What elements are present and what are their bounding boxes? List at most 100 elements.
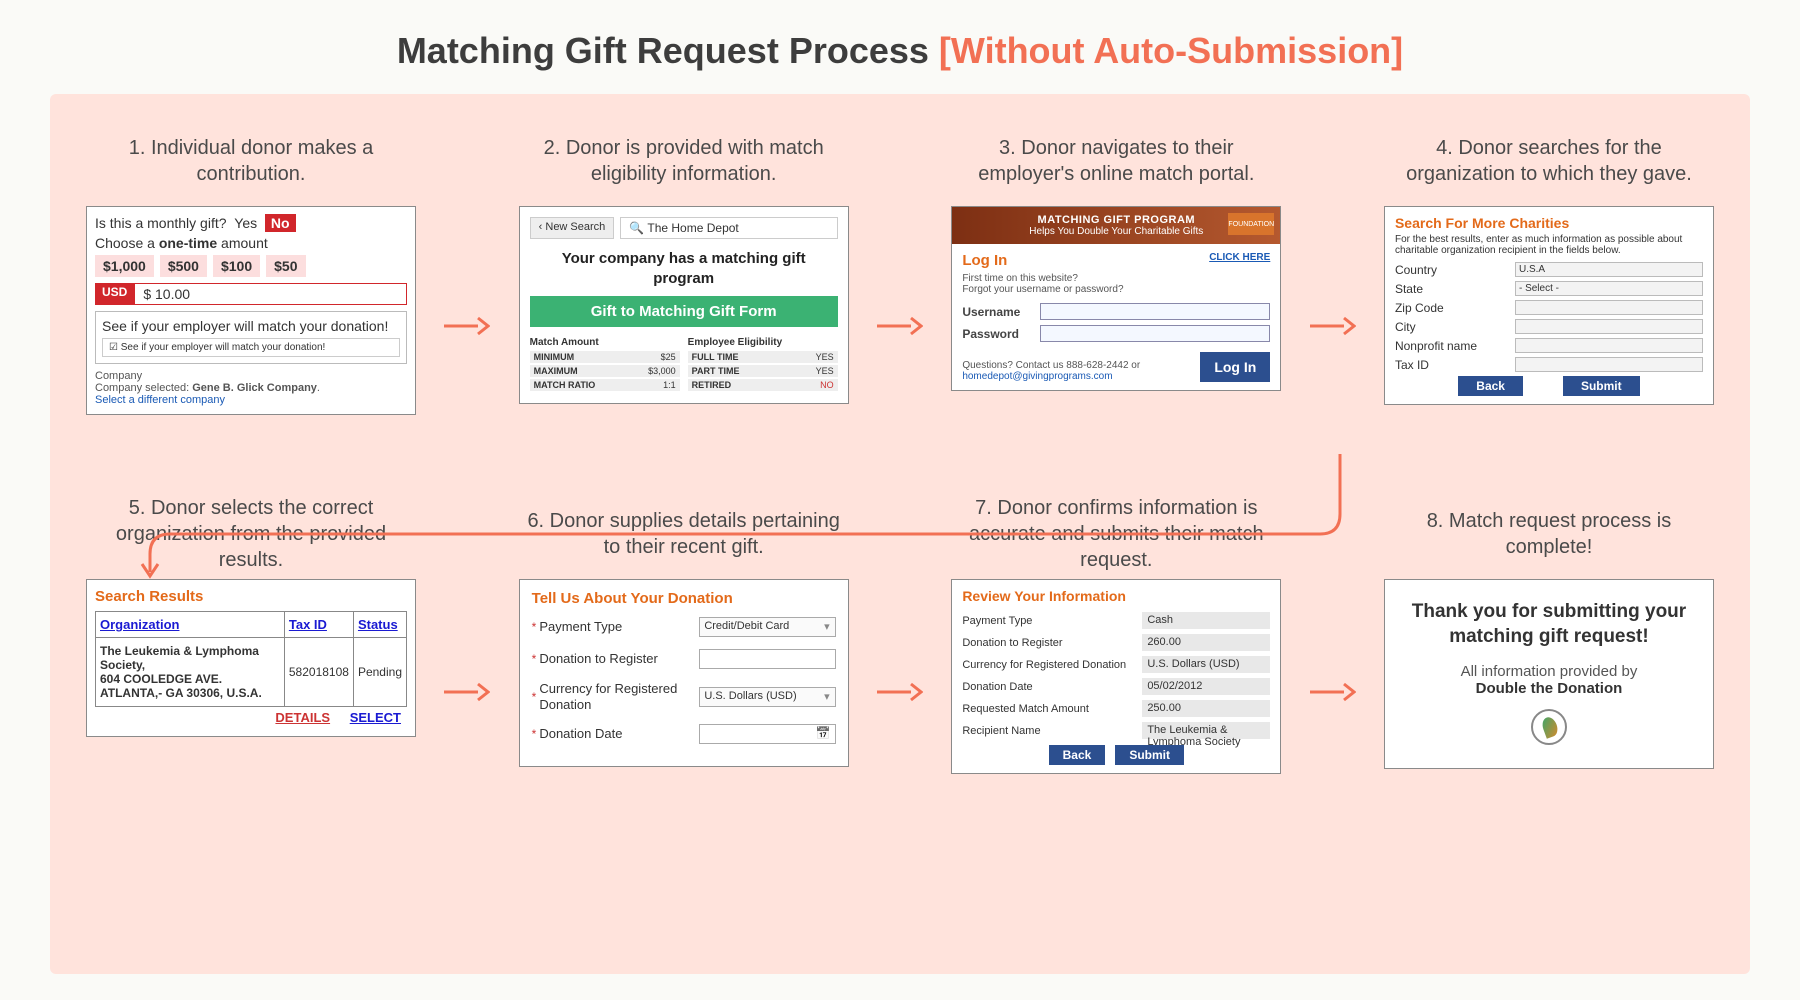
results-table: Organization Tax ID Status The Leukemia …: [95, 611, 407, 707]
city-input[interactable]: [1515, 319, 1703, 334]
step-3: 3. Donor navigates to their employer's o…: [951, 122, 1281, 391]
step-8-caption: 8. Match request process is complete!: [1384, 495, 1714, 573]
arrow-icon: [877, 680, 923, 709]
change-company-link[interactable]: Select a different company: [95, 394, 407, 406]
amount-500[interactable]: $500: [160, 255, 207, 277]
step-4-card: Search For More Charities For the best r…: [1384, 206, 1714, 405]
custom-amount-input[interactable]: $ 10.00: [134, 283, 407, 305]
step-6: 6. Donor supplies details pertaining to …: [519, 495, 849, 767]
step-5-caption: 5. Donor selects the correct organizatio…: [86, 495, 416, 573]
row-1: 1. Individual donor makes a contribution…: [86, 122, 1714, 415]
step-5: 5. Donor selects the correct organizatio…: [86, 495, 416, 737]
review-recipient: The Leukemia & Lymphoma Society: [1142, 722, 1270, 739]
login-hint: First time on this website? Forgot your …: [962, 273, 1270, 295]
contact-info: Questions? Contact us 888-628-2442 orhom…: [962, 360, 1140, 382]
company-search-input[interactable]: 🔍 The Home Depot: [620, 217, 837, 239]
step-7-caption: 7. Donor confirms information is accurat…: [951, 495, 1281, 573]
attribution-text: All information provided byDouble the Do…: [1399, 663, 1699, 697]
company-selected: Company selected: Gene B. Glick Company.: [95, 382, 407, 394]
table-row: The Leukemia & Lymphoma Society, 604 COO…: [96, 638, 407, 707]
new-search-button[interactable]: ‹ New Search: [530, 217, 615, 239]
ratio-row: MATCH RATIO1:1: [530, 379, 680, 391]
step-5-card: Search Results Organization Tax ID Statu…: [86, 579, 416, 737]
step-1: 1. Individual donor makes a contribution…: [86, 122, 416, 415]
match-amount-header: Match Amount: [530, 337, 680, 348]
step-3-caption: 3. Donor navigates to their employer's o…: [951, 122, 1281, 200]
choose-amount-label: Choose a one-time amount: [95, 235, 407, 251]
arrow-icon: [1310, 680, 1356, 709]
arrow-icon: [444, 314, 490, 343]
step-2-card: ‹ New Search 🔍 The Home Depot Your compa…: [519, 206, 849, 404]
donation-amount-input[interactable]: [699, 649, 835, 669]
step-2-caption: 2. Donor is provided with match eligibil…: [519, 122, 849, 200]
match-program-message: Your company has a matching gift program: [530, 249, 838, 288]
currency-badge: USD: [95, 283, 134, 305]
zip-input[interactable]: [1515, 300, 1703, 315]
arrow-icon: [877, 314, 923, 343]
submit-button[interactable]: Submit: [1563, 376, 1640, 396]
search-charities-header: Search For More Charities: [1395, 215, 1703, 231]
review-currency: U.S. Dollars (USD): [1142, 656, 1270, 673]
details-link[interactable]: DETAILS: [275, 710, 330, 725]
match-checkbox[interactable]: ☑ See if your employer will match your d…: [102, 338, 400, 357]
taxid-input[interactable]: [1515, 357, 1703, 372]
select-link[interactable]: SELECT: [350, 710, 401, 725]
step-6-card: Tell Us About Your Donation *Payment Typ…: [519, 579, 849, 767]
step-4: 4. Donor searches for the organization t…: [1384, 122, 1714, 405]
review-back-button[interactable]: Back: [1049, 745, 1106, 765]
arrow-icon: [1310, 314, 1356, 343]
nonprofit-input[interactable]: [1515, 338, 1703, 353]
username-input[interactable]: [1040, 303, 1270, 320]
col-org[interactable]: Organization: [96, 612, 285, 638]
step-3-card: MATCHING GIFT PROGRAM Helps You Double Y…: [951, 206, 1281, 391]
search-icon: 🔍: [629, 221, 644, 235]
page-title: Matching Gift Request Process [Without A…: [50, 30, 1750, 72]
parttime-row: PART TIMEYES: [688, 365, 838, 377]
yes-option[interactable]: Yes: [234, 215, 257, 231]
arrow-icon: [444, 680, 490, 709]
login-header: Log In: [962, 252, 1007, 269]
back-button[interactable]: Back: [1458, 376, 1523, 396]
donation-date-input[interactable]: [699, 724, 835, 744]
step-7-card: Review Your Information Payment TypeCash…: [951, 579, 1281, 774]
no-option[interactable]: No: [265, 214, 296, 232]
amount-100[interactable]: $100: [213, 255, 260, 277]
step-2: 2. Donor is provided with match eligibil…: [519, 122, 849, 404]
eligibility-header: Employee Eligibility: [688, 337, 838, 348]
review-payment: Cash: [1142, 612, 1270, 629]
currency-select[interactable]: U.S. Dollars (USD): [699, 687, 835, 707]
max-row: MAXIMUM$3,000: [530, 365, 680, 377]
col-taxid[interactable]: Tax ID: [284, 612, 353, 638]
contact-email-link[interactable]: homedepot@givingprograms.com: [962, 371, 1112, 382]
amount-1000[interactable]: $1,000: [95, 255, 154, 277]
state-select[interactable]: - Select -: [1515, 281, 1703, 296]
review-donation: 260.00: [1142, 634, 1270, 651]
thank-you-message: Thank you for submitting your matching g…: [1399, 600, 1699, 649]
username-label: Username: [962, 305, 1040, 319]
donation-details-header: Tell Us About Your Donation: [532, 590, 836, 607]
amount-50[interactable]: $50: [266, 255, 305, 277]
step-6-caption: 6. Donor supplies details pertaining to …: [519, 495, 849, 573]
process-board: 1. Individual donor makes a contribution…: [50, 94, 1750, 974]
foundation-logo: FOUNDATION: [1228, 213, 1274, 235]
row-2: 5. Donor selects the correct organizatio…: [86, 495, 1714, 774]
step-8: 8. Match request process is complete! Th…: [1384, 495, 1714, 769]
country-input[interactable]: U.S.A: [1515, 262, 1703, 277]
password-input[interactable]: [1040, 325, 1270, 342]
employer-match-box: See if your employer will match your don…: [95, 311, 407, 364]
payment-type-select[interactable]: Credit/Debit Card: [699, 617, 835, 637]
search-instructions: For the best results, enter as much info…: [1395, 234, 1703, 256]
min-row: MINIMUM$25: [530, 351, 680, 363]
step-1-caption: 1. Individual donor makes a contribution…: [86, 122, 416, 200]
login-button[interactable]: Log In: [1200, 352, 1270, 382]
dtd-logo-icon: [1531, 709, 1567, 745]
click-here-link[interactable]: CLICK HERE: [1209, 252, 1270, 263]
fulltime-row: FULL TIMEYES: [688, 351, 838, 363]
review-submit-button[interactable]: Submit: [1115, 745, 1184, 765]
col-status[interactable]: Status: [353, 612, 406, 638]
gift-form-button[interactable]: Gift to Matching Gift Form: [530, 296, 838, 327]
step-7: 7. Donor confirms information is accurat…: [951, 495, 1281, 774]
review-header: Review Your Information: [962, 588, 1270, 604]
review-match: 250.00: [1142, 700, 1270, 717]
retired-row: RETIREDNO: [688, 379, 838, 391]
